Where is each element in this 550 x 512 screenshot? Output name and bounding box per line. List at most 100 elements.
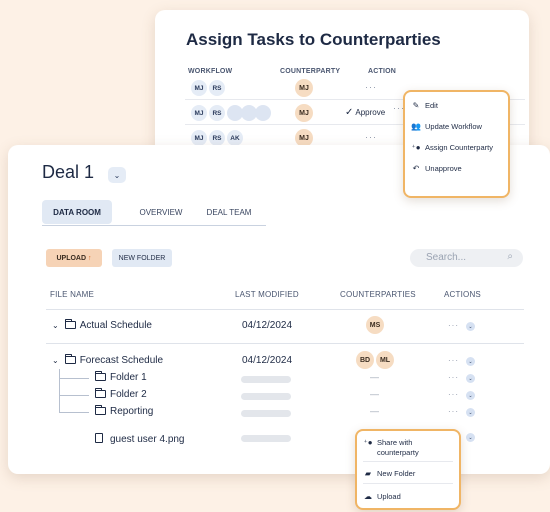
chevron-down-icon: ⌄ xyxy=(468,375,473,382)
subfolder-name: Reporting xyxy=(110,406,154,417)
more-actions-button[interactable]: ··· xyxy=(448,356,459,365)
menu-item-label: Unapprove xyxy=(425,163,462,173)
counterparty-chip: MJ xyxy=(295,104,313,122)
menu-item-edit[interactable]: ✎ Edit xyxy=(411,95,502,115)
action-menu: ✎ Edit 👥 Update Workflow ⁺● Assign Counterp… xyxy=(403,90,510,198)
menu-item-upload[interactable]: ☁ Upload xyxy=(363,486,453,506)
chevron-down-icon: ⌄ xyxy=(468,434,473,441)
menu-item-update-workflow[interactable]: 👥 Update Workflow xyxy=(411,116,502,136)
last-modified-value: 04/12/2024 xyxy=(242,320,293,331)
workflow-header: WORKFLOW xyxy=(188,68,233,75)
users-icon: 👥 xyxy=(411,121,421,131)
date-placeholder xyxy=(241,376,291,383)
counterparty-chip: MS xyxy=(366,316,384,334)
counterparty-chip: BD xyxy=(356,351,374,369)
menu-item-label: Upload xyxy=(377,491,401,501)
divider xyxy=(46,343,524,344)
folder-name: Forecast Schedule xyxy=(79,355,164,366)
approve-status[interactable]: ✓ Approve xyxy=(345,107,385,118)
folder-name: Actual Schedule xyxy=(79,320,152,331)
actions-column-header: ACTIONS xyxy=(444,290,481,299)
assign-title: Assign Tasks to Counterparties xyxy=(186,30,441,49)
menu-item-assign-counterparty[interactable]: ⁺● Assign Counterparty xyxy=(411,137,502,157)
file-row[interactable]: guest user 4.png xyxy=(95,433,185,445)
folder-icon xyxy=(64,319,76,329)
folder-icon xyxy=(95,371,106,381)
menu-item-label: New Folder xyxy=(377,469,416,478)
subfolder-name: Folder 2 xyxy=(110,389,147,400)
file-icon xyxy=(95,433,103,443)
page-title: Deal 1 xyxy=(42,162,95,182)
folder-icon xyxy=(95,405,106,415)
menu-item-label: Edit xyxy=(425,100,438,110)
upload-arrow-icon: ↑ xyxy=(88,254,92,262)
last-modified-column-header: LAST MODIFIED xyxy=(235,290,299,299)
chevron-down-icon: ⌄ xyxy=(468,409,473,416)
upload-label: UPLOAD xyxy=(56,254,87,262)
new-folder-button[interactable]: NEW FOLDER xyxy=(112,249,172,267)
actions-dropdown-button[interactable]: ⌄ xyxy=(466,408,475,417)
avatar-chip: AK xyxy=(227,130,243,146)
more-actions-button[interactable]: ··· xyxy=(448,321,459,330)
more-actions-button[interactable]: ··· xyxy=(448,407,459,416)
last-modified-value: 04/12/2024 xyxy=(242,355,293,366)
more-actions-button[interactable]: ··· xyxy=(448,390,459,399)
search-input[interactable]: Search... ⌕ xyxy=(410,249,523,267)
counterparties-column-header: COUNTERPARTIES xyxy=(340,290,416,299)
actions-dropdown-button[interactable]: ⌄ xyxy=(466,433,475,442)
new-folder-icon: ▰ xyxy=(364,469,372,478)
subfolder-row[interactable]: Folder 1 xyxy=(95,371,147,383)
check-icon: ✓ xyxy=(345,107,354,118)
avatar-chip: MJ xyxy=(191,130,207,146)
tab-deal-team[interactable]: DEAL TEAM xyxy=(196,200,262,224)
menu-item-new-folder[interactable]: ▰ New Folder xyxy=(363,464,453,484)
avatar-chip: RS xyxy=(209,130,225,146)
counterparty-chip: MJ xyxy=(295,79,313,97)
upload-cloud-icon: ☁ xyxy=(364,491,372,501)
tree-connector xyxy=(59,412,89,413)
chevron-down-icon: ⌄ xyxy=(52,321,59,330)
chevron-down-icon: ⌄ xyxy=(468,392,473,399)
subfolder-row[interactable]: Reporting xyxy=(95,405,154,417)
menu-item-share[interactable]: ⁺● Share with counterparty xyxy=(363,434,453,462)
folder-row-forecast-schedule[interactable]: ⌄ Forecast Schedule xyxy=(52,354,164,366)
deal-dropdown-button[interactable]: ⌄ xyxy=(108,167,126,183)
subfolder-row[interactable]: Folder 2 xyxy=(95,388,147,400)
search-icon: ⌕ xyxy=(507,251,513,262)
folder-row-actual-schedule[interactable]: ⌄ Actual Schedule xyxy=(52,319,152,331)
approve-label: Approve xyxy=(355,108,386,117)
more-actions-button[interactable]: ··· xyxy=(448,373,459,382)
actions-dropdown-button[interactable]: ⌄ xyxy=(466,374,475,383)
avatar-chip: RS xyxy=(209,105,225,121)
add-user-icon: ⁺● xyxy=(411,142,421,152)
share-user-icon: ⁺● xyxy=(363,438,373,447)
chevron-down-icon: ⌄ xyxy=(468,358,473,365)
tree-connector xyxy=(59,378,89,379)
menu-item-unapprove[interactable]: ↶ Unapprove xyxy=(411,158,502,178)
menu-item-label: Share with counterparty xyxy=(377,438,419,457)
subfolder-name: Folder 1 xyxy=(110,372,147,383)
pencil-icon: ✎ xyxy=(412,100,420,110)
actions-dropdown-button[interactable]: ⌄ xyxy=(466,391,475,400)
more-actions-button[interactable]: ··· xyxy=(365,132,377,142)
actions-dropdown-button[interactable]: ⌄ xyxy=(466,322,475,331)
actions-dropdown-button[interactable]: ⌄ xyxy=(466,357,475,366)
undo-icon: ↶ xyxy=(412,163,420,173)
date-placeholder xyxy=(241,410,291,417)
folder-icon xyxy=(64,354,76,364)
tab-overview[interactable]: OVERVIEW xyxy=(130,200,192,224)
chevron-down-icon: ⌄ xyxy=(52,356,59,365)
date-placeholder xyxy=(241,393,291,400)
avatar-chip: MJ xyxy=(191,80,207,96)
tree-connector xyxy=(59,369,60,412)
menu-item-label: Update Workflow xyxy=(425,121,482,131)
chevron-down-icon: ⌄ xyxy=(468,323,473,330)
file-name-column-header: FILE NAME xyxy=(50,290,95,299)
file-name: guest user 4.png xyxy=(110,434,185,445)
divider xyxy=(46,309,524,310)
counterparty-header: COUNTERPARTY xyxy=(280,68,341,75)
tab-data-room[interactable]: DATA ROOM xyxy=(42,200,112,224)
placeholder-avatar xyxy=(255,105,271,121)
more-actions-button[interactable]: ··· xyxy=(365,82,377,92)
upload-button[interactable]: UPLOAD ↑ xyxy=(46,249,102,267)
